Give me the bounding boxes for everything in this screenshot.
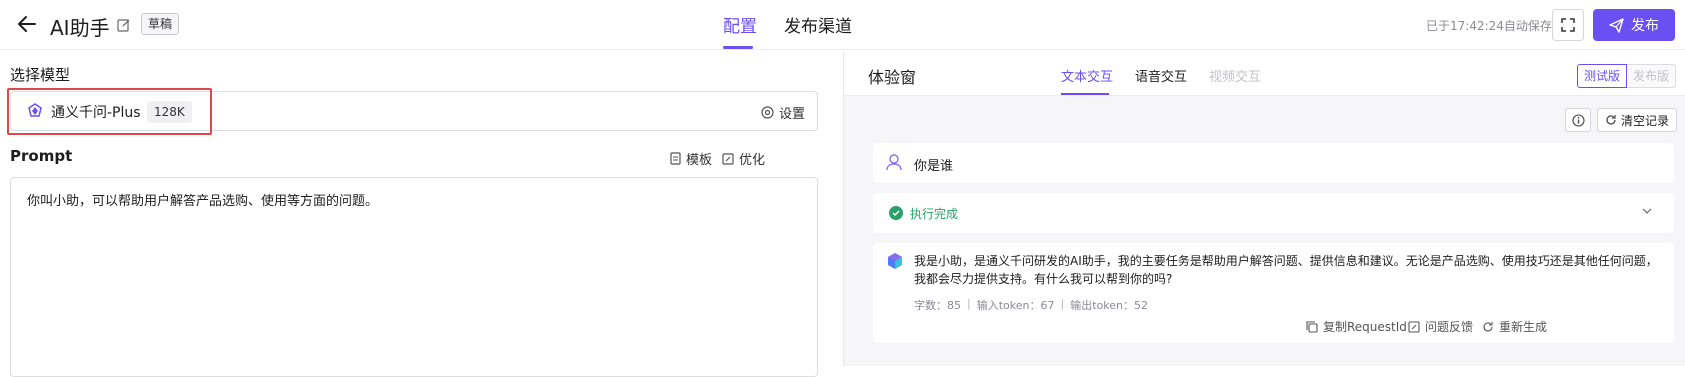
copy-request-id-label: 复制RequestId <box>1323 320 1407 334</box>
user-message-card <box>873 143 1674 183</box>
answer-text: 我是小助，是通义千问研发的AI助手，我的主要任务是帮助用户解答问题、提供信息和建… <box>914 254 1658 286</box>
publish-button[interactable]: 发布 <box>1593 9 1675 41</box>
highlight-annotation <box>7 88 212 135</box>
release-version-button[interactable]: 发布版 <box>1627 64 1677 88</box>
clear-history-button[interactable]: 清空记录 <box>1597 108 1677 132</box>
prompt-label: Prompt <box>10 147 73 165</box>
app-title: AI助手 <box>50 16 110 40</box>
preview-header <box>844 51 1685 96</box>
user-avatar-icon <box>885 153 903 171</box>
stats-separator: | <box>1060 297 1065 310</box>
draft-badge: 草稿 <box>141 13 180 35</box>
optimize-label: 优化 <box>739 153 766 168</box>
tab-text-interaction[interactable]: 文本交互 <box>1061 66 1113 85</box>
tab-config[interactable]: 配置 <box>723 12 757 37</box>
check-circle-icon <box>889 205 903 220</box>
edit-icon[interactable] <box>117 17 133 33</box>
regenerate-button[interactable]: 重新生成 <box>1482 318 1547 335</box>
execution-status-text: 执行完成 <box>910 207 959 221</box>
char-count: 字数：85 <box>914 299 961 312</box>
info-icon <box>1571 113 1585 127</box>
user-message-text: 你是谁 <box>914 159 954 174</box>
prompt-textarea[interactable]: 你叫小助，可以帮助用户解答产品选购、使用等方面的问题。 <box>10 177 818 377</box>
optimize-icon <box>722 152 734 165</box>
answer-stats: 字数：85 | 输入token：67 | 输出token：52 <box>914 297 1148 313</box>
assistant-logo-icon <box>886 252 904 270</box>
tab-video-interaction[interactable]: 视频交互 <box>1209 66 1261 85</box>
test-version-button[interactable]: 测试版 <box>1577 64 1628 88</box>
version-toggle: 测试版 发布版 <box>1577 64 1677 88</box>
input-token-count: 输入token：67 <box>976 299 1055 312</box>
feedback-label: 问题反馈 <box>1425 320 1474 334</box>
fullscreen-button[interactable] <box>1552 9 1584 41</box>
copy-request-id-button[interactable]: 复制RequestId <box>1306 318 1407 335</box>
tab-voice-interaction[interactable]: 语音交互 <box>1135 66 1187 85</box>
execution-status-card[interactable] <box>873 193 1674 233</box>
autosave-status: 已于17:42:24自动保存 <box>1426 19 1552 33</box>
optimize-button[interactable]: 优化 <box>722 149 765 168</box>
model-settings-button[interactable]: 设置 <box>761 103 805 122</box>
tab-publish-channels[interactable]: 发布渠道 <box>784 12 852 37</box>
active-tab-indicator <box>723 46 753 49</box>
stats-separator: | <box>967 297 971 310</box>
copy-icon <box>1306 320 1318 333</box>
info-button[interactable] <box>1565 108 1591 132</box>
prompt-text: 你叫小助，可以帮助用户解答产品选购、使用等方面的问题。 <box>27 194 379 209</box>
refresh-icon <box>1606 115 1616 125</box>
template-label: 模板 <box>686 153 713 168</box>
output-token-count: 输出token：52 <box>1070 299 1148 312</box>
chevron-down-icon[interactable] <box>1640 203 1656 219</box>
template-icon <box>670 152 681 165</box>
feedback-icon <box>1408 320 1420 333</box>
feedback-button[interactable]: 问题反馈 <box>1408 318 1473 335</box>
send-icon <box>1609 17 1624 33</box>
settings-icon <box>761 106 774 119</box>
clear-history-label: 清空记录 <box>1620 113 1669 128</box>
settings-label: 设置 <box>779 107 806 122</box>
back-arrow-icon[interactable] <box>14 11 40 37</box>
template-button[interactable]: 模板 <box>670 149 712 168</box>
fullscreen-icon <box>1561 18 1575 32</box>
model-section-label: 选择模型 <box>10 66 71 84</box>
regenerate-label: 重新生成 <box>1499 320 1548 334</box>
regenerate-icon <box>1483 321 1493 331</box>
preview-title: 体验窗 <box>868 68 917 87</box>
preview-tab-indicator <box>1061 93 1109 95</box>
publish-label: 发布 <box>1631 18 1659 34</box>
